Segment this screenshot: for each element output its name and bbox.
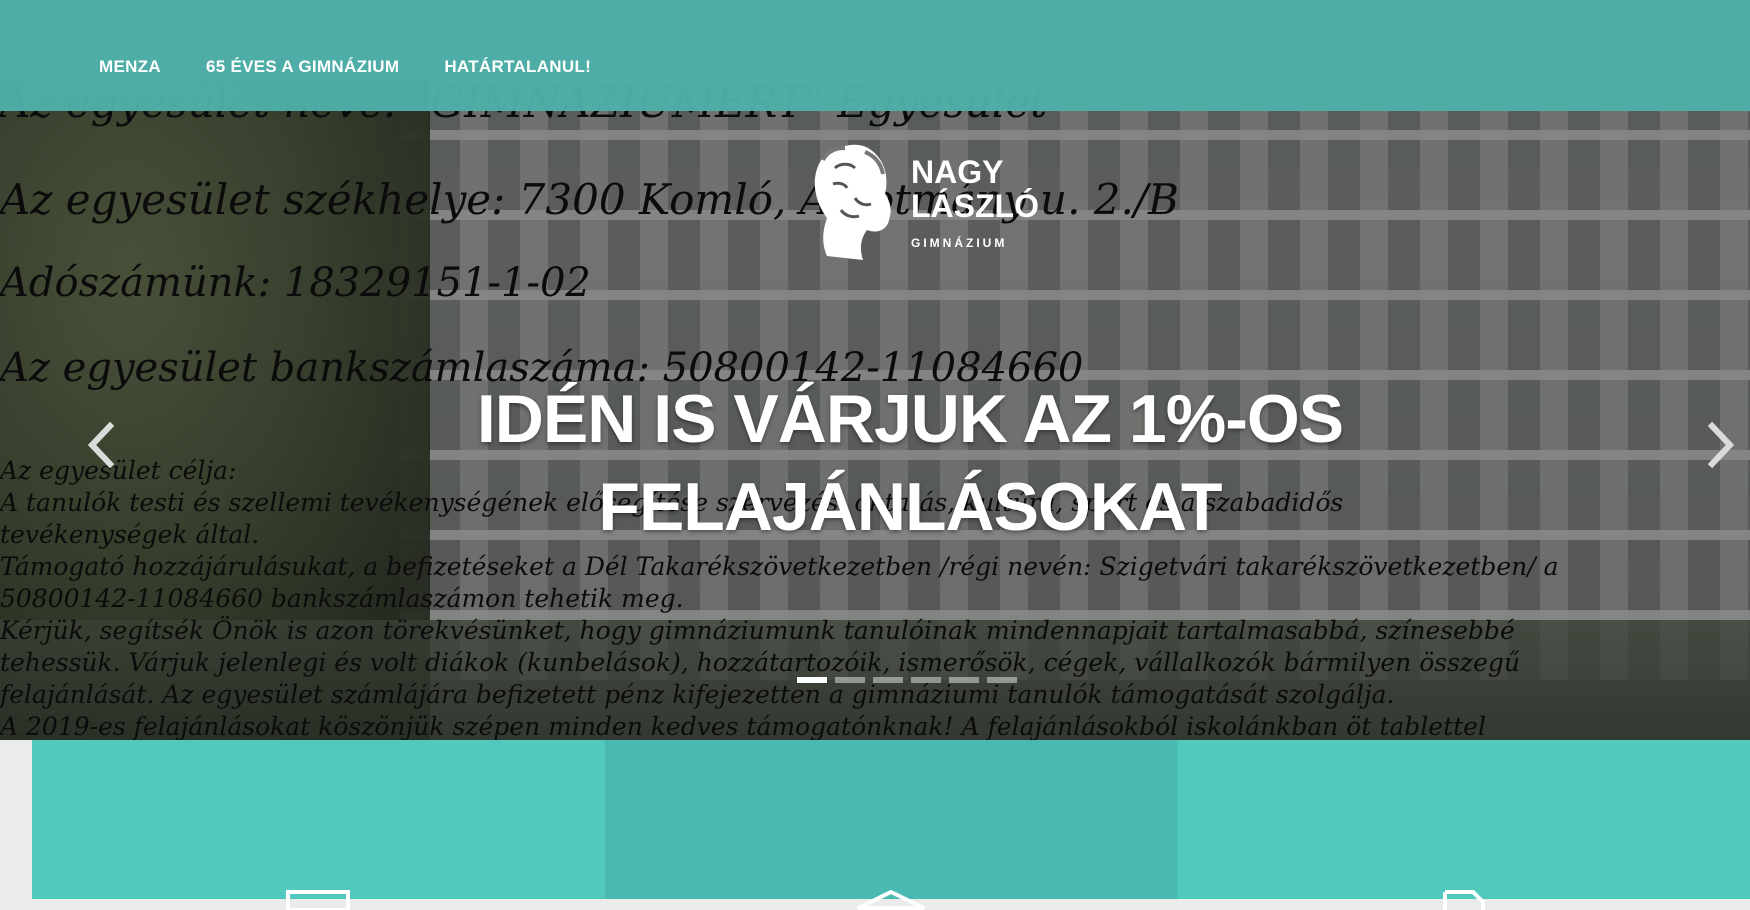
chevron-left-icon xyxy=(87,421,115,469)
nav-item-65-eves[interactable]: 65 ÉVES A GIMNÁZIUM xyxy=(206,57,399,77)
logo-text-line2: LÁSZLÓ xyxy=(911,188,1039,224)
feature-panel[interactable] xyxy=(32,740,605,910)
logo-text-line1: NAGY xyxy=(911,154,1004,190)
carousel-indicator[interactable] xyxy=(797,677,827,683)
carousel-next-button[interactable] xyxy=(1700,420,1740,470)
nav-item-hatartalanul[interactable]: HATÁRTALANUL! xyxy=(444,57,591,77)
feature-panel[interactable] xyxy=(604,740,1178,910)
slide-headline[interactable]: IDÉN IS VÁRJUK AZ 1%-OS FELAJÁNLÁSOKAT xyxy=(300,375,1520,551)
carousel-prev-button[interactable] xyxy=(82,420,122,470)
monitor-icon xyxy=(286,890,351,910)
script-line: 50800142-11084660 bankszámlaszámon tehet… xyxy=(0,584,684,613)
feature-panels xyxy=(32,740,1750,910)
bust-logo-icon xyxy=(814,144,891,260)
headline-line2: FELAJÁNLÁSOKAT xyxy=(598,469,1222,545)
carousel-indicator[interactable] xyxy=(911,677,941,683)
carousel-indicator[interactable] xyxy=(987,677,1017,683)
script-line: felajánlását. Az egyesület számlájára be… xyxy=(0,680,1395,709)
script-line: Kérjük, segítsék Önök is azon törekvésün… xyxy=(0,616,1515,645)
document-icon xyxy=(1442,890,1485,910)
graduation-cap-icon xyxy=(857,890,925,910)
script-line: tehessük. Várjuk jelenlegi és volt diáko… xyxy=(0,648,1520,677)
nav-item-menza[interactable]: MENZA xyxy=(99,57,161,77)
hero-carousel: Az egyesület neve: "GIMNÁZIUMÉRT" Egyesü… xyxy=(0,0,1750,740)
script-line: A 2019-es felajánlásokat köszönjük szépe… xyxy=(0,712,1486,740)
carousel-indicators xyxy=(797,677,1017,683)
carousel-indicator[interactable] xyxy=(949,677,979,683)
top-navbar: MENZA 65 ÉVES A GIMNÁZIUM HATÁRTALANUL! xyxy=(0,0,1750,111)
script-line: Támogató hozzájárulásukat, a befizetések… xyxy=(0,552,1559,581)
school-logo[interactable]: NAGY LÁSZLÓ GIMNÁZIUM xyxy=(805,138,1039,263)
main-nav: MENZA 65 ÉVES A GIMNÁZIUM HATÁRTALANUL! xyxy=(99,57,591,77)
headline-line1: IDÉN IS VÁRJUK AZ 1%-OS xyxy=(476,381,1344,457)
feature-panel[interactable] xyxy=(1177,740,1750,910)
script-line: tevékenységek által. xyxy=(0,520,260,549)
script-line: Adószámünk: 18329151-1-02 xyxy=(0,260,591,306)
logo-text-line3: GIMNÁZIUM xyxy=(911,236,1008,250)
chevron-right-icon xyxy=(1707,421,1735,469)
carousel-indicator[interactable] xyxy=(835,677,865,683)
carousel-indicator[interactable] xyxy=(873,677,903,683)
